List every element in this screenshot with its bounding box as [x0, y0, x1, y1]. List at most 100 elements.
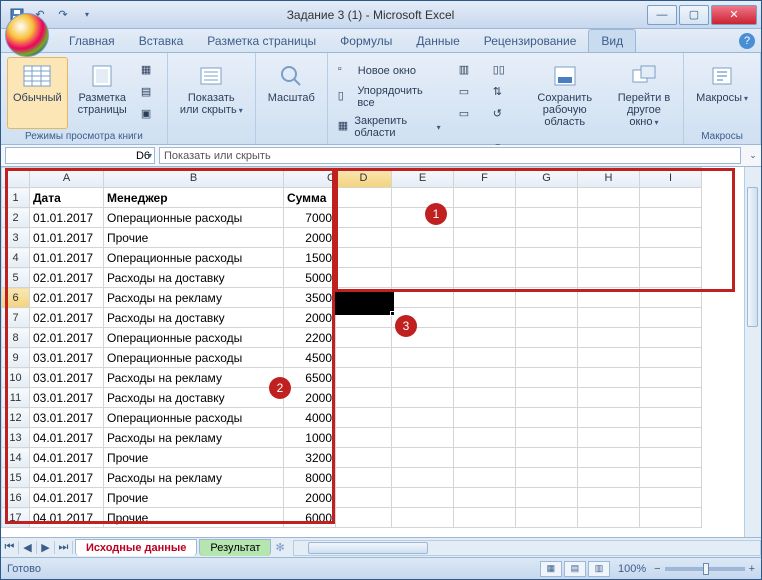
name-box-dropdown-icon[interactable]: ▾: [148, 151, 152, 160]
maximize-button[interactable]: ▢: [679, 5, 709, 25]
spreadsheet-grid[interactable]: A B C D E F G H I 1 Дата Менеджер Сумма …: [1, 167, 702, 528]
cell-D5[interactable]: [336, 268, 392, 288]
page-layout-button[interactable]: Разметка страницы: [72, 57, 133, 129]
macros-button[interactable]: Макросы: [690, 57, 754, 129]
row-header-10[interactable]: 10: [2, 368, 30, 388]
horizontal-scrollbar[interactable]: [293, 540, 761, 556]
row-header-13[interactable]: 13: [2, 428, 30, 448]
cell-B14[interactable]: Прочие: [104, 448, 284, 468]
cell-C5[interactable]: 5000: [284, 268, 336, 288]
cell-A4[interactable]: 01.01.2017: [30, 248, 104, 268]
switch-windows-button[interactable]: Перейти в другое окно: [611, 57, 677, 133]
show-hide-button[interactable]: Показать или скрыть: [174, 57, 249, 129]
cell-A15[interactable]: 04.01.2017: [30, 468, 104, 488]
save-workspace-button[interactable]: Сохранить рабочую область: [523, 57, 607, 133]
cell-D10[interactable]: [336, 368, 392, 388]
row-header-15[interactable]: 15: [2, 468, 30, 488]
cell-A8[interactable]: 02.01.2017: [30, 328, 104, 348]
select-all-corner[interactable]: [2, 168, 30, 188]
sheet-tab-1[interactable]: Исходные данные: [75, 539, 197, 556]
row-header-12[interactable]: 12: [2, 408, 30, 428]
hide-button[interactable]: ▭: [455, 83, 479, 103]
cell-D4[interactable]: [336, 248, 392, 268]
cell-A7[interactable]: 02.01.2017: [30, 308, 104, 328]
col-header-E[interactable]: E: [392, 168, 454, 188]
cell-C2[interactable]: 7000: [284, 208, 336, 228]
cell-C9[interactable]: 4500: [284, 348, 336, 368]
zoom-in-icon[interactable]: +: [749, 563, 755, 575]
cell-B15[interactable]: Расходы на рекламу: [104, 468, 284, 488]
cell-D11[interactable]: [336, 388, 392, 408]
row-header-4[interactable]: 4: [2, 248, 30, 268]
cell-C8[interactable]: 2200: [284, 328, 336, 348]
cell-A11[interactable]: 03.01.2017: [30, 388, 104, 408]
cell-C7[interactable]: 2000: [284, 308, 336, 328]
cell-D3[interactable]: [336, 228, 392, 248]
cell-C6[interactable]: 3500: [284, 288, 336, 308]
split-button[interactable]: ▥: [455, 61, 479, 81]
sheet-next-icon[interactable]: ▶: [37, 541, 55, 554]
zoom-thumb[interactable]: [703, 563, 709, 575]
fullscreen-button[interactable]: ▣: [137, 105, 161, 125]
col-header-F[interactable]: F: [454, 168, 516, 188]
cell-C15[interactable]: 8000: [284, 468, 336, 488]
cell-A12[interactable]: 03.01.2017: [30, 408, 104, 428]
sheet-tab-2[interactable]: Результат: [199, 539, 271, 556]
zoom-out-icon[interactable]: −: [654, 563, 660, 575]
row-header-9[interactable]: 9: [2, 348, 30, 368]
help-icon[interactable]: ?: [739, 33, 755, 49]
row-header-11[interactable]: 11: [2, 388, 30, 408]
cell-A9[interactable]: 03.01.2017: [30, 348, 104, 368]
cell-B4[interactable]: Операционные расходы: [104, 248, 284, 268]
cell-B3[interactable]: Прочие: [104, 228, 284, 248]
col-header-B[interactable]: B: [104, 168, 284, 188]
qat-customize-icon[interactable]: [76, 5, 96, 25]
cell-D15[interactable]: [336, 468, 392, 488]
zoom-button[interactable]: Масштаб: [262, 57, 321, 129]
sheet-prev-icon[interactable]: ◀: [19, 541, 37, 554]
cell-B6[interactable]: Расходы на рекламу: [104, 288, 284, 308]
tab-formulas[interactable]: Формулы: [328, 30, 404, 52]
tab-data[interactable]: Данные: [404, 30, 471, 52]
tab-view[interactable]: Вид: [588, 29, 636, 52]
cell-B9[interactable]: Операционные расходы: [104, 348, 284, 368]
cell-C17[interactable]: 6000: [284, 508, 336, 528]
row-header-8[interactable]: 8: [2, 328, 30, 348]
cell-B11[interactable]: Расходы на доставку: [104, 388, 284, 408]
redo-icon[interactable]: ↷: [53, 5, 73, 25]
new-window-button[interactable]: ▫Новое окно: [334, 61, 445, 81]
hscroll-thumb[interactable]: [308, 542, 428, 554]
cell-B2[interactable]: Операционные расходы: [104, 208, 284, 228]
cell-B12[interactable]: Операционные расходы: [104, 408, 284, 428]
row-header-14[interactable]: 14: [2, 448, 30, 468]
col-header-G[interactable]: G: [516, 168, 578, 188]
zoom-level[interactable]: 100%: [618, 563, 646, 575]
normal-view-button[interactable]: Обычный: [7, 57, 68, 129]
cell-B7[interactable]: Расходы на доставку: [104, 308, 284, 328]
sync-scroll-button[interactable]: ⇅: [489, 83, 513, 103]
vertical-scrollbar[interactable]: [744, 167, 761, 537]
view-pagebreak-icon[interactable]: ▥: [588, 561, 610, 577]
cell-A17[interactable]: 04.01.2017: [30, 508, 104, 528]
cell-D16[interactable]: [336, 488, 392, 508]
cell-B16[interactable]: Прочие: [104, 488, 284, 508]
row-header-1[interactable]: 1: [2, 188, 30, 208]
row-header-6[interactable]: 6: [2, 288, 30, 308]
cell-C11[interactable]: 2000: [284, 388, 336, 408]
close-button[interactable]: ✕: [711, 5, 757, 25]
row-header-5[interactable]: 5: [2, 268, 30, 288]
freeze-panes-button[interactable]: ▦Закрепить области: [334, 113, 445, 141]
row-header-2[interactable]: 2: [2, 208, 30, 228]
cell-B5[interactable]: Расходы на доставку: [104, 268, 284, 288]
view-normal-icon[interactable]: ▦: [540, 561, 562, 577]
col-header-D[interactable]: D: [336, 168, 392, 188]
cell-C16[interactable]: 2000: [284, 488, 336, 508]
reset-position-button[interactable]: ↺: [489, 105, 513, 125]
cell-A3[interactable]: 01.01.2017: [30, 228, 104, 248]
cell-A1[interactable]: Дата: [30, 188, 104, 208]
cell-D8[interactable]: [336, 328, 392, 348]
cell-D13[interactable]: [336, 428, 392, 448]
cell-C12[interactable]: 4000: [284, 408, 336, 428]
row-header-3[interactable]: 3: [2, 228, 30, 248]
cell-D17[interactable]: [336, 508, 392, 528]
